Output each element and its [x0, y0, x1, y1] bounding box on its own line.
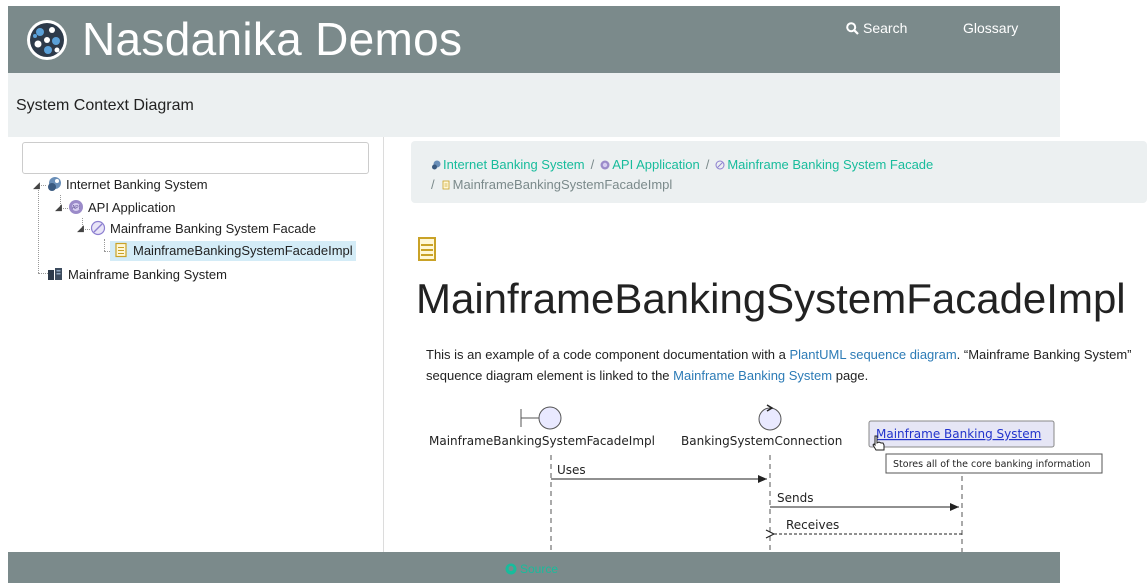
participant-label: MainframeBankingSystemFacadeImpl — [429, 434, 655, 448]
message-label: Sends — [777, 491, 813, 505]
footer: Source — [8, 552, 1060, 583]
tree-item-label: MainframeBankingSystemFacadeImpl — [130, 243, 356, 258]
tooltip-text: Stores all of the core banking informati… — [893, 459, 1091, 470]
breadcrumb-link-internet-banking-system[interactable]: Internet Banking System — [443, 157, 585, 172]
glossary-link[interactable]: Glossary — [963, 20, 1018, 36]
tree-toggle-expanded[interactable]: ◢ — [77, 224, 84, 233]
participant-label: BankingSystemConnection — [681, 434, 842, 448]
navigation-tree: ◢ ◢ ◢ Internet Banking System API API Ap… — [8, 137, 384, 552]
api-container-icon: API — [69, 200, 83, 214]
api-container-icon — [600, 160, 610, 170]
tree-item-mainframe-banking-system-facade[interactable]: Mainframe Banking System Facade — [90, 219, 316, 239]
tree-item-label: Mainframe Banking System Facade — [110, 221, 316, 236]
main-content: Internet Banking System / API Application /… — [384, 137, 1147, 552]
tree-item-label: Internet Banking System — [66, 177, 208, 192]
sidebar: ◢ ◢ ◢ Internet Banking System API API Ap… — [8, 137, 384, 552]
source-link[interactable]: Source — [505, 562, 558, 576]
breadcrumb-separator: / — [431, 177, 435, 192]
tree-toggle-expanded[interactable]: ◢ — [55, 203, 62, 212]
svg-text:API: API — [72, 205, 80, 211]
sequence-diagram: MainframeBankingSystemFacadeImpl Banking… — [429, 404, 1103, 552]
page-section-title: System Context Diagram — [16, 97, 194, 114]
code-file-icon — [115, 242, 127, 258]
code-file-icon — [418, 237, 436, 261]
tree-item-mainframe-banking-system[interactable]: Mainframe Banking System — [46, 265, 227, 285]
navbar: Nasdanika Demos Search Glossary — [8, 6, 1060, 73]
title-bar: System Context Diagram — [8, 73, 1060, 137]
tree-item-internet-banking-system[interactable]: Internet Banking System — [46, 175, 208, 195]
search-link[interactable]: Search — [846, 20, 907, 36]
breadcrumb-link-mainframe-banking-system-facade[interactable]: Mainframe Banking System Facade — [727, 157, 933, 172]
tree-item-mainframe-banking-system-facade-impl[interactable]: MainframeBankingSystemFacadeImpl — [110, 241, 356, 261]
github-icon — [505, 563, 517, 575]
boundary-participant-icon — [520, 406, 562, 430]
participant-link-label[interactable]: Mainframe Banking System — [876, 427, 1041, 441]
code-file-icon — [442, 180, 450, 190]
software-system-icon — [48, 177, 61, 191]
breadcrumb-separator: / — [590, 157, 595, 172]
nasdanika-logo-icon[interactable] — [26, 19, 68, 61]
tree-toggle-expanded[interactable]: ◢ — [33, 181, 40, 190]
breadcrumb-link-api-application[interactable]: API Application — [612, 157, 699, 172]
software-system-icon — [432, 160, 441, 170]
brand-title[interactable]: Nasdanika Demos — [82, 8, 462, 70]
tree-item-label: API Application — [88, 200, 176, 215]
message-label: Receives — [786, 518, 839, 532]
description-text: page. — [832, 368, 869, 383]
tree-item-label: Mainframe Banking System — [68, 267, 227, 282]
search-label: Search — [863, 20, 908, 36]
tree-item-api-application[interactable]: API API Application — [68, 198, 175, 218]
mainframe-banking-system-participant[interactable]: Mainframe Banking System — [868, 420, 1055, 448]
tooltip: Stores all of the core banking informati… — [885, 453, 1103, 474]
message-label: Uses — [557, 463, 586, 477]
component-icon — [715, 160, 725, 170]
breadcrumb: Internet Banking System / API Application /… — [411, 141, 1147, 203]
mainframe-banking-system-link[interactable]: Mainframe Banking System — [673, 368, 832, 383]
page: Nasdanika Demos Search Glossary System C… — [0, 0, 1147, 583]
page-title: MainframeBankingSystemFacadeImpl — [416, 275, 1126, 322]
search-icon — [846, 22, 859, 35]
description: This is an example of a code component d… — [426, 344, 1136, 386]
mainframe-icon — [48, 268, 62, 280]
plantuml-sequence-diagram-link[interactable]: PlantUML sequence diagram — [790, 347, 957, 362]
source-label: Source — [520, 562, 559, 576]
breadcrumb-separator: / — [705, 157, 710, 172]
control-participant-icon — [758, 404, 782, 431]
description-text: This is an example of a code component d… — [426, 347, 790, 362]
breadcrumb-current: MainframeBankingSystemFacadeImpl — [452, 177, 673, 192]
component-icon — [90, 220, 106, 236]
